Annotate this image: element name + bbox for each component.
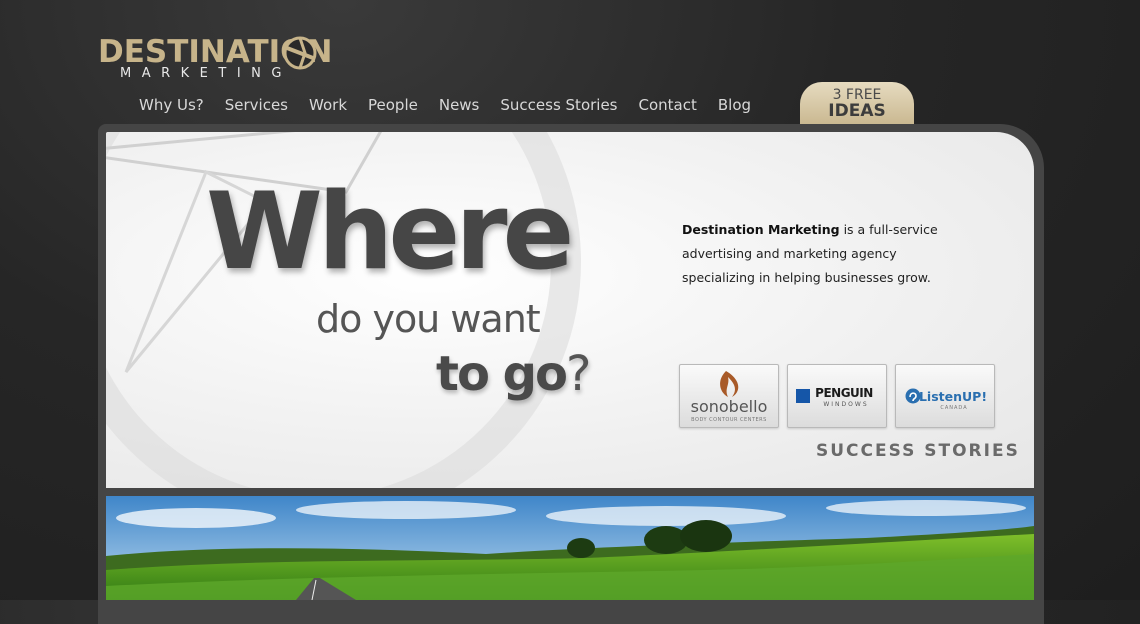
- client-logo-listenup[interactable]: ListenUP! CANADA: [895, 364, 995, 428]
- headline-do-you-want: do you want: [316, 297, 541, 341]
- success-stories-caption[interactable]: SUCCESS STORIES: [816, 440, 1020, 462]
- hero-panel: Where do you want to go? Destination Mar…: [106, 132, 1034, 488]
- listenup-sub: CANADA: [940, 405, 968, 411]
- nav-item-services[interactable]: Services: [225, 94, 288, 116]
- sonobello-sub: BODY CONTOUR CENTERS: [691, 417, 767, 423]
- penguin-sub: WINDOWS: [823, 401, 869, 408]
- intro-text: Destination Marketing is a full-service …: [682, 218, 972, 290]
- penguin-label: PENGUIN: [815, 386, 873, 400]
- logo-compass-icon: [283, 36, 317, 70]
- client-logo-sonobello[interactable]: sonobello BODY CONTOUR CENTERS: [679, 364, 779, 428]
- nav-item-people[interactable]: People: [368, 94, 418, 116]
- landscape-illustration: [106, 496, 1034, 600]
- main-nav: Why Us? Services Work People News Succes…: [139, 94, 772, 116]
- flame-icon: [720, 371, 739, 397]
- nav-item-contact[interactable]: Contact: [639, 94, 697, 116]
- free-ideas-tab[interactable]: 3 FREE IDEAS: [800, 82, 914, 126]
- intro-company-name: Destination Marketing: [682, 222, 840, 237]
- nav-item-blog[interactable]: Blog: [718, 94, 751, 116]
- free-ideas-line1: 3 FREE: [832, 87, 882, 103]
- listenup-label: ListenUP!: [918, 389, 988, 404]
- destination-marketing-logo[interactable]: DESTINATION MARKETING: [98, 34, 348, 84]
- nav-item-work[interactable]: Work: [309, 94, 347, 116]
- client-logos: sonobello BODY CONTOUR CENTERS PENGUIN W…: [679, 364, 1003, 428]
- headline-question-mark: ?: [565, 346, 592, 402]
- headline-to-go: to go?: [436, 346, 592, 402]
- free-ideas-line2: IDEAS: [828, 101, 886, 121]
- client-logo-penguin[interactable]: PENGUIN WINDOWS: [787, 364, 887, 428]
- sonobello-label: sonobello: [690, 397, 768, 416]
- logo-subtitle: MARKETING: [120, 66, 292, 81]
- headline-where: Where: [206, 170, 574, 293]
- headline-to-go-text: to go: [436, 346, 568, 402]
- nav-item-news[interactable]: News: [439, 94, 480, 116]
- nav-item-success-stories[interactable]: Success Stories: [500, 94, 617, 116]
- landscape-banner-image: [106, 496, 1034, 600]
- nav-item-why-us[interactable]: Why Us?: [139, 94, 204, 116]
